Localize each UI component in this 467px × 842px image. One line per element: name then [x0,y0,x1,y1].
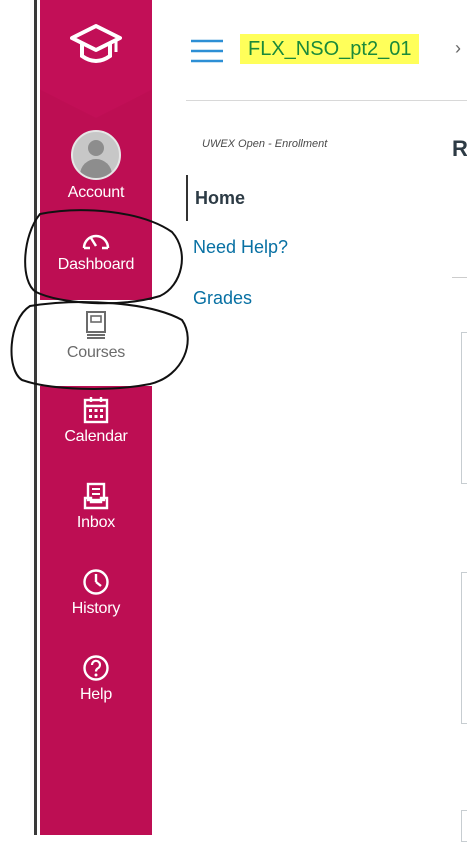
content-card [461,810,467,842]
nav-dashboard-label: Dashboard [57,256,135,273]
help-circle-icon [83,655,109,681]
content-card [461,572,467,724]
main-heading: R [452,136,467,161]
nav-history-label: History [71,600,121,617]
dashboard-icon [82,234,110,250]
window-edge [0,0,38,835]
nav-help[interactable]: Help [40,654,152,704]
nav-account-label: Account [67,184,125,201]
nav-history[interactable]: History [40,568,152,618]
course-term-label: UWEX Open - Enrollment [202,138,328,150]
header-divider [186,100,467,101]
nav-dashboard[interactable]: Dashboard [40,226,152,274]
graduation-cap-icon [70,24,122,63]
course-nav-grades[interactable]: Grades [193,288,252,309]
nav-inbox-label: Inbox [76,514,116,531]
global-nav: Account Dashboard Courses Calendar Inbox… [40,0,152,835]
nav-account[interactable]: Account [40,130,152,202]
hamburger-icon [191,39,223,63]
nav-inbox[interactable]: Inbox [40,482,152,532]
nav-courses[interactable]: Courses [40,300,152,386]
avatar [71,130,121,180]
brand-logo[interactable] [40,0,152,118]
course-nav-need-help[interactable]: Need Help? [193,237,288,258]
nav-calendar[interactable]: Calendar [40,396,152,446]
nav-courses-label: Courses [66,344,126,361]
menu-toggle-button[interactable] [190,38,224,69]
content-card [461,332,467,484]
course-nav-home[interactable]: Home [186,175,245,221]
main-divider [452,277,467,278]
courses-book-icon [86,311,106,339]
window-edge-line [34,0,37,835]
calendar-icon [83,397,109,424]
nav-help-label: Help [79,686,113,703]
clock-icon [83,569,109,595]
breadcrumb-course-link[interactable]: FLX_NSO_pt2_01 [240,34,420,64]
breadcrumb-separator: › [455,38,461,58]
inbox-icon [83,482,109,510]
nav-calendar-label: Calendar [64,428,128,445]
